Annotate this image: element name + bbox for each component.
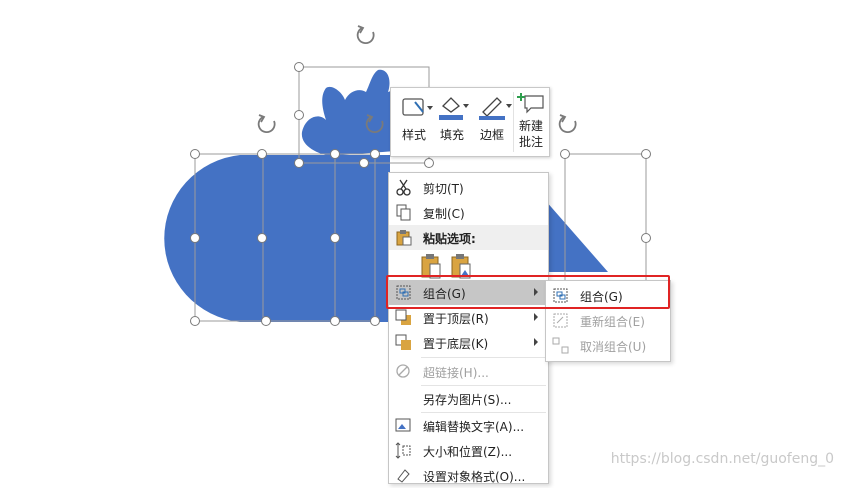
rotate-handle-icon (257, 114, 276, 134)
submenu-item-ungroup[interactable]: 取消组合(U) (546, 333, 670, 358)
copy-icon (396, 204, 411, 221)
blue-rounded-shape[interactable] (164, 155, 265, 322)
border-button[interactable]: 边框 (471, 88, 513, 156)
new-comment-label: 新建 批注 (518, 119, 543, 149)
fill-button[interactable]: 填充 (433, 88, 471, 156)
submenu-arrow-icon (534, 338, 538, 346)
menu-item-format-object[interactable]: 设置对象格式(O)... (389, 463, 548, 488)
send-to-back-icon (395, 334, 411, 350)
hyperlink-icon (396, 364, 410, 378)
rotate-handle-icon (558, 114, 577, 134)
menu-item-cut[interactable]: 剪切(T) (389, 175, 548, 200)
menu-item-edit-alt-text[interactable]: 编辑替换文字(A)... (389, 413, 548, 438)
blue-rectangle-shape[interactable] (262, 155, 390, 322)
bring-to-front-icon (395, 309, 411, 325)
menu-item-hyperlink[interactable]: 超链接(H)... (389, 359, 548, 384)
format-object-icon (397, 469, 410, 483)
paint-bucket-icon (439, 97, 469, 120)
menu-item-copy[interactable]: 复制(C) (389, 200, 548, 225)
new-comment-icon (517, 93, 544, 114)
menu-item-save-as-picture[interactable]: 另存为图片(S)... (389, 386, 548, 411)
pen-outline-icon (479, 97, 512, 120)
paste-options-header: 粘贴选项: (389, 225, 548, 250)
rotate-handle-icon (356, 25, 375, 45)
clipboard-icon (396, 230, 412, 246)
size-position-icon (395, 442, 411, 459)
submenu-item-regroup[interactable]: 重新组合(E) (546, 308, 670, 333)
context-menu: 剪切(T) 复制(C) 粘贴选项: 组合(G) 置于顶层(R) 置于底层(K) … (388, 172, 549, 484)
submenu-arrow-icon (534, 313, 538, 321)
scissors-icon (396, 179, 411, 196)
watermark-text: https://blog.csdn.net/guofeng_0 (610, 451, 834, 467)
ungroup-icon (552, 337, 569, 354)
annotation-highlight-box (386, 275, 670, 309)
shape-style-icon (402, 98, 433, 116)
border-label: 边框 (479, 128, 504, 142)
regroup-icon (553, 313, 568, 328)
menu-item-send-to-back[interactable]: 置于底层(K) (389, 330, 548, 355)
new-comment-button[interactable]: 新建 批注 (513, 88, 549, 156)
mini-toolbar: 样式 填充 边框 新建 批注 (390, 87, 550, 157)
style-label: 样式 (401, 128, 426, 142)
fill-label: 填充 (439, 128, 464, 142)
blue-triangle-shape[interactable] (545, 200, 608, 272)
style-button[interactable]: 样式 (393, 88, 435, 156)
alt-text-icon (395, 418, 411, 432)
menu-item-size-position[interactable]: 大小和位置(Z)... (389, 438, 548, 463)
